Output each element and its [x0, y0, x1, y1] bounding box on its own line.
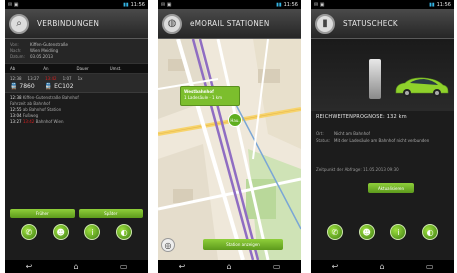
detail-1-time: 12:38: [10, 95, 22, 100]
clock: 11:56: [283, 1, 298, 8]
detail-3-text: ab Bahnhof Station: [22, 107, 62, 112]
connection-details: 12:38 Kiffen-Gutenstraße Bahnhof Fahrzei…: [5, 93, 148, 127]
status-value: Mit der Ladesäule am Bahnhof nicht verbu…: [334, 138, 430, 143]
query-timestamp: Zeitpunkt der Abfrage: 11.05.2013 09:30: [316, 167, 399, 172]
charging-station-icon: [369, 59, 381, 99]
location-value: Nicht am Bahnhof: [334, 131, 370, 136]
clock: 11:56: [436, 1, 451, 8]
detail-5-text: Bahnhof Wien: [35, 119, 64, 124]
detail-5-time: 13:27: [10, 119, 22, 124]
toggle-icon[interactable]: ◐: [116, 224, 133, 240]
nav-bar: ↩ ⌂ ▭: [158, 260, 301, 273]
page-title: eMORAIL STATIONEN: [190, 19, 270, 28]
status-bar: ✉ ▣ ▮▮ 11:56: [158, 0, 301, 9]
status-label: Status:: [316, 138, 331, 143]
recent-apps-icon[interactable]: ▭: [426, 262, 434, 271]
back-icon[interactable]: ↩: [26, 262, 33, 271]
clock: 11:56: [130, 1, 145, 8]
notification-icons: ✉ ▣: [314, 1, 325, 8]
action-icons: ✆ ☻ i ◐: [5, 224, 148, 240]
detail-4-text: Fußweg: [22, 113, 39, 118]
conn-duration: 1:07: [62, 76, 72, 81]
back-icon[interactable]: ↩: [332, 262, 339, 271]
date-label: Datum:: [10, 54, 25, 59]
table-header: Ab An Dauer Umst.: [5, 63, 148, 74]
detail-3-time: 12:55: [10, 107, 22, 112]
home-icon[interactable]: ⌂: [227, 262, 232, 271]
info-icon[interactable]: i: [390, 224, 407, 240]
search-icon[interactable]: ⌕: [9, 13, 29, 34]
nav-bar: ↩ ⌂ ▭: [5, 260, 148, 273]
update-button[interactable]: Aktualisieren: [368, 183, 414, 193]
conn-arrival-late: 13:42: [45, 76, 57, 81]
train-2: 🚆 EC102: [44, 83, 74, 90]
action-icons: ✆ ☻ i ◐: [311, 224, 454, 240]
station-details: 1 Ladesäule · 1 km: [184, 95, 222, 100]
range-label: REICHWEITENPROGNOSE:: [316, 114, 385, 120]
station-info-bubble[interactable]: Westbahnhof 1 Ladesäule · 1 km: [180, 86, 240, 106]
date-value: 03.05.2013: [30, 54, 53, 59]
user-icon[interactable]: ☻: [358, 224, 375, 240]
connection-row[interactable]: 12:38 13:27 13:42 1:07 1x 🚆 7860 🚆 EC102: [5, 74, 148, 93]
page-title: VERBINDUNGEN: [37, 19, 100, 28]
home-icon[interactable]: ⌂: [380, 262, 385, 271]
route-info: Von: Kiffen-Gutenstraße Nach: Wien Meidlin…: [5, 39, 148, 63]
signal-icon: ▮▮: [429, 1, 435, 8]
station-map[interactable]: Westbahnhof 1 Ladesäule · 1 km Hau. ◎ St…: [158, 39, 301, 260]
col-ab: Ab: [10, 66, 16, 71]
range-forecast: REICHWEITENPROGNOSE: 132 km: [316, 114, 449, 120]
range-value: 132 km: [386, 114, 407, 120]
detail-5-late: 13:42: [22, 119, 35, 124]
col-an: An: [43, 66, 49, 71]
notification-icons: ✉ ▣: [161, 1, 172, 8]
train-icon: 🚆: [10, 83, 18, 90]
title-bar: ▮ STATUSCHECK: [311, 9, 454, 39]
toggle-icon[interactable]: ◐: [422, 224, 439, 240]
phone-icon[interactable]: ✆: [20, 224, 37, 240]
pager-buttons: Früher Später: [10, 209, 143, 218]
status-bar: ✉ ▣ ▮▮ 11:56: [5, 0, 148, 9]
detail-4-time: 13:04: [10, 113, 22, 118]
nav-bar: ↩ ⌂ ▭: [311, 260, 454, 273]
title-bar: ◍ eMORAIL STATIONEN: [158, 9, 301, 39]
status-bar: ✉ ▣ ▮▮ 11:56: [311, 0, 454, 9]
location-label: Ort:: [316, 131, 324, 136]
phone-stations: ✉ ▣ ▮▮ 11:56 ◍ eMORAIL STATIONEN Westbah…: [158, 0, 301, 273]
status-info: Ort: Nicht am Bahnhof Status: Mit der Lade…: [316, 131, 449, 145]
conn-departure: 12:38: [10, 76, 22, 81]
show-station-button[interactable]: Station anzeigen: [203, 239, 283, 250]
car-illustration: [311, 39, 454, 111]
phone-status-check: ✉ ▣ ▮▮ 11:56 ▮ STATUSCHECK REICHWEITENPRO…: [311, 0, 454, 273]
home-icon[interactable]: ⌂: [74, 262, 79, 271]
train-icon: 🚆: [44, 83, 53, 90]
title-bar: ⌕ VERBINDUNGEN: [5, 9, 148, 39]
phone-connections: ✉ ▣ ▮▮ 11:56 ⌕ VERBINDUNGEN Von: Kiffen-Gu…: [5, 0, 148, 273]
detail-1-text: Kiffen-Gutenstraße Bahnhof: [22, 95, 79, 100]
conn-arrival: 13:27: [27, 76, 40, 81]
recent-apps-icon[interactable]: ▭: [120, 262, 128, 271]
station-pin[interactable]: Hau.: [228, 113, 242, 127]
globe-icon[interactable]: ◍: [162, 13, 182, 34]
battery-icon[interactable]: ▮: [315, 13, 335, 34]
signal-icon: ▮▮: [123, 1, 129, 8]
page-title: STATUSCHECK: [343, 19, 398, 28]
col-dauer: Dauer: [76, 66, 89, 71]
map-canvas: [158, 39, 301, 260]
recent-apps-icon[interactable]: ▭: [273, 262, 281, 271]
back-icon[interactable]: ↩: [179, 262, 186, 271]
phone-icon[interactable]: ✆: [326, 224, 343, 240]
later-button[interactable]: Später: [78, 209, 143, 218]
user-icon[interactable]: ☻: [52, 224, 69, 240]
train-1: 🚆 7860: [10, 83, 35, 90]
electric-car-icon: [395, 77, 449, 97]
locate-icon[interactable]: ◎: [161, 238, 175, 252]
signal-icon: ▮▮: [276, 1, 282, 8]
conn-changes: 1x: [77, 76, 83, 81]
notification-icons: ✉ ▣: [8, 1, 19, 8]
col-umst: Umst.: [109, 66, 122, 71]
earlier-button[interactable]: Früher: [10, 209, 75, 218]
info-icon[interactable]: i: [84, 224, 101, 240]
